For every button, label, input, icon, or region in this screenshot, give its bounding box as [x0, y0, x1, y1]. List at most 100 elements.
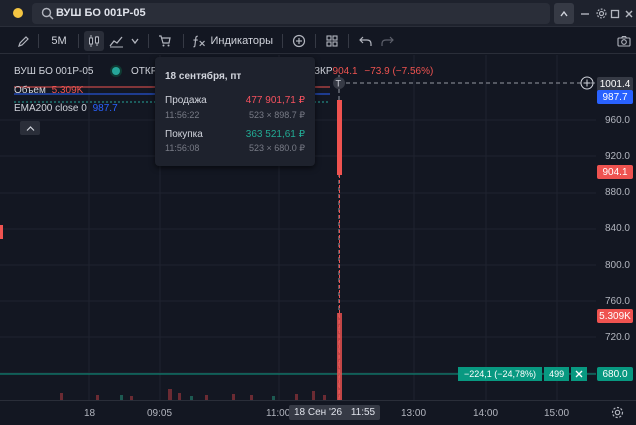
price-tick: 920.0 — [604, 151, 630, 162]
legend-close: ЗКР904.1 −73.9 (−7.56%) — [314, 66, 433, 77]
camera-icon — [617, 35, 631, 47]
indicators-label: Индикаторы — [210, 35, 273, 47]
toolbar-divider — [148, 34, 149, 48]
chart-type-dropdown[interactable] — [128, 31, 142, 51]
chart-type-icon — [108, 36, 123, 47]
top-bar: ВУШ БО 001P-05 — [0, 0, 636, 27]
plus-circle-icon — [292, 34, 306, 48]
volume-tag: 5.309K — [597, 309, 633, 323]
axis-settings-button[interactable] — [611, 406, 624, 422]
draw-button[interactable] — [14, 31, 32, 51]
legend-ema-value: 987.7 — [92, 103, 118, 114]
settings-button[interactable] — [594, 3, 608, 24]
fx-icon — [193, 35, 205, 48]
position-pnl: −224,1 (−24,78%) — [458, 367, 543, 381]
close-button[interactable] — [622, 3, 636, 24]
close-icon — [575, 370, 583, 378]
tooltip-date: 18 сентября, пт — [165, 71, 242, 82]
cart-icon — [159, 35, 171, 47]
indicators-button[interactable]: Индикаторы — [191, 31, 273, 51]
crosshair-date: 18 Сен '26 — [294, 407, 343, 418]
status-dot — [13, 8, 23, 18]
screenshot-button[interactable] — [614, 31, 634, 51]
time-tick: 13:00 — [401, 408, 427, 419]
minimize-button[interactable] — [578, 3, 592, 24]
market-status-dot — [112, 67, 121, 76]
legend-symbol: ВУШ БО 001P-05 — [14, 66, 94, 77]
price-tick: 760.0 — [604, 296, 630, 307]
symbol-name: ВУШ БО 001P-05 — [56, 7, 146, 19]
ema-price-tag: 987.7 — [597, 90, 633, 104]
time-axis[interactable]: 18 09:05 11:00 18 Сен '26 11:55 13:00 14… — [0, 400, 636, 425]
chevron-up-icon — [26, 125, 34, 131]
layout-button[interactable] — [322, 31, 342, 51]
toolbar-divider — [78, 34, 79, 48]
toolbar-divider — [315, 34, 316, 48]
trade-button[interactable] — [155, 31, 175, 51]
tooltip-buy-value: 363 521,61 ₽ — [245, 129, 305, 140]
crosshair-price-tag: 1001.4 — [597, 77, 633, 91]
toolbar-divider — [348, 34, 349, 48]
position-qty: 499 — [544, 367, 570, 381]
legend-main: ВУШ БО 001P-05 ОТКР — [14, 66, 157, 77]
chevron-up-icon — [560, 10, 568, 16]
price-tick: 960.0 — [604, 115, 630, 126]
trades-tooltip: 18 сентября, пт Продажа 477 901,71 ₽ 11:… — [155, 57, 315, 166]
tooltip-sell-value: 477 901,71 ₽ — [245, 95, 305, 106]
chart-toolbar: 5M Индикаторы — [0, 28, 636, 54]
redo-icon — [380, 36, 394, 46]
settings-icon — [596, 8, 606, 19]
maximize-icon — [610, 9, 620, 18]
chart-type-button[interactable] — [106, 31, 126, 51]
volume-spike — [337, 313, 342, 400]
time-tick: 15:00 — [544, 408, 570, 419]
position-line-label[interactable]: −224,1 (−24,78%) 499 — [458, 367, 588, 381]
interval-label: 5M — [51, 35, 67, 47]
legend-collapse-button[interactable] — [20, 121, 40, 135]
toolbar-divider — [38, 34, 39, 48]
legend-close-label: ЗКР — [314, 66, 333, 77]
interval-button[interactable]: 5M — [46, 31, 72, 51]
crosshair-time: 11:55 — [350, 407, 376, 418]
compare-button[interactable] — [289, 31, 309, 51]
crosshair-time-tag: 18 Сен '26 11:55 — [289, 405, 381, 420]
redo-button[interactable] — [377, 31, 397, 51]
candles-icon — [89, 35, 99, 47]
chevron-down-icon — [131, 38, 139, 45]
legend-volume-label: Объем — [14, 85, 46, 96]
grid-icon — [326, 35, 338, 47]
price-tick: 840.0 — [604, 223, 630, 234]
legend-volume-value: 5.309K — [51, 85, 84, 96]
collapse-button[interactable] — [554, 3, 574, 24]
price-tick: 720.0 — [604, 332, 630, 343]
search-icon — [41, 7, 54, 20]
svg-text:T: T — [336, 79, 342, 89]
price-tick: 800.0 — [604, 260, 630, 271]
left-edge-marker — [0, 225, 3, 239]
candles-button[interactable] — [84, 31, 104, 51]
tooltip-buy-label: Покупка — [165, 129, 203, 140]
time-tick: 14:00 — [473, 408, 499, 419]
tooltip-buy-detail: 523 × 680.0 ₽ — [248, 143, 305, 153]
position-price-tag: 680.0 — [597, 367, 633, 381]
legend-ema-label: EMA200 close 0 — [14, 103, 87, 114]
tooltip-sell-label: Продажа — [165, 95, 207, 106]
time-tick: 18 — [84, 408, 96, 419]
price-axis[interactable]: 960.0 920.0 880.0 840.0 800.0 760.0 720.… — [596, 55, 636, 400]
tooltip-sell-time: 11:56:22 — [165, 110, 200, 120]
legend-change: −73.9 (−7.56%) — [364, 66, 434, 77]
close-icon — [625, 10, 633, 17]
close-position-button[interactable] — [571, 367, 588, 381]
legend-close-value: 904.1 — [332, 66, 358, 77]
symbol-search[interactable]: ВУШ БО 001P-05 — [32, 3, 550, 24]
pencil-icon — [17, 35, 29, 47]
legend-open-label: ОТКР — [131, 66, 158, 77]
legend-ema: EMA200 close 0 987.7 — [14, 103, 118, 114]
maximize-button[interactable] — [608, 3, 622, 24]
settings-icon — [611, 406, 624, 419]
undo-button[interactable] — [355, 31, 375, 51]
minimize-icon — [581, 12, 589, 15]
undo-icon — [358, 36, 372, 46]
toolbar-divider — [282, 34, 283, 48]
legend-volume: Объем 5.309K — [14, 85, 83, 96]
